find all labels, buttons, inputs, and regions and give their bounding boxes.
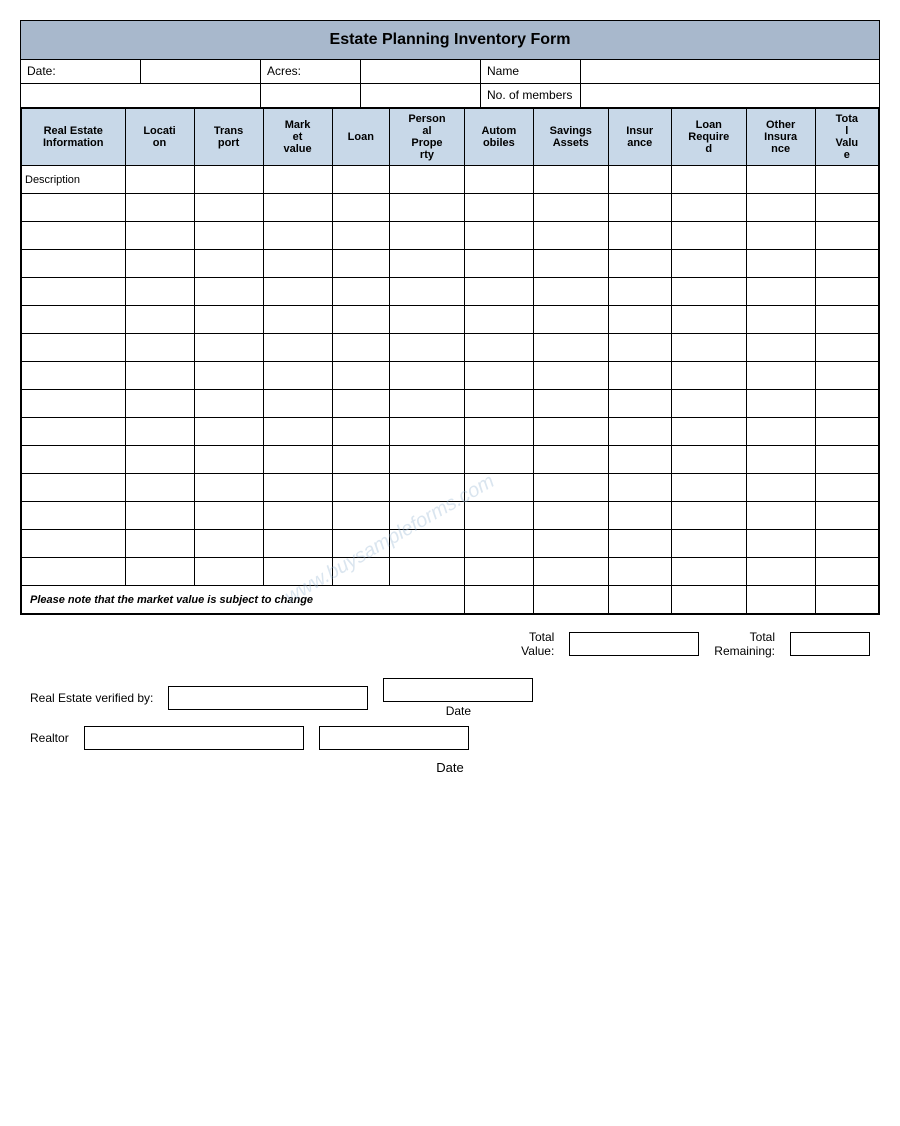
- desc-cell-9[interactable]: [608, 166, 671, 194]
- date-input[interactable]: [147, 64, 254, 79]
- top-info-row2: No. of members: [21, 84, 879, 108]
- description-row: Description: [22, 166, 879, 194]
- date-label-verified: Date: [446, 704, 471, 718]
- table-row: [22, 446, 879, 474]
- col-header-personal-property: PersonalProperty: [390, 109, 465, 166]
- desc-cell-7[interactable]: [464, 166, 533, 194]
- header-row: Real EstateInformation Location Transpor…: [22, 109, 879, 166]
- desc-cell-5[interactable]: [332, 166, 390, 194]
- desc-cell-8[interactable]: [533, 166, 608, 194]
- col-header-loan: Loan: [332, 109, 390, 166]
- realtor-label: Realtor: [30, 731, 69, 745]
- notice-text: Please note that the market value is sub…: [22, 586, 465, 614]
- verified-date-container: Date: [383, 678, 533, 718]
- description-label: Description: [22, 166, 126, 194]
- table-row: [22, 306, 879, 334]
- bottom-section: Total Value: Total Remaining: Real Estat…: [20, 615, 880, 785]
- total-remaining-input[interactable]: [790, 632, 870, 656]
- table-row: [22, 418, 879, 446]
- desc-cell-12[interactable]: [815, 166, 878, 194]
- main-table: Real EstateInformation Location Transpor…: [21, 108, 879, 614]
- no-members-input[interactable]: [587, 88, 873, 103]
- acres-value[interactable]: [361, 60, 481, 83]
- total-remaining-label: Total Remaining:: [714, 630, 775, 658]
- col-header-insurance: Insurance: [608, 109, 671, 166]
- empty-cell-2: [261, 84, 361, 107]
- total-row: Total Value: Total Remaining:: [30, 630, 870, 658]
- col-header-transport: Transport: [194, 109, 263, 166]
- table-row: [22, 278, 879, 306]
- date-value[interactable]: [141, 60, 261, 83]
- desc-cell-10[interactable]: [671, 166, 746, 194]
- real-estate-verified-label: Real Estate verified by:: [30, 691, 153, 705]
- desc-cell-3[interactable]: [194, 166, 263, 194]
- realtor-row: Realtor: [30, 726, 870, 750]
- form-wrapper: Estate Planning Inventory Form Date: Acr…: [20, 20, 880, 615]
- verified-date-input[interactable]: [383, 678, 533, 702]
- notice-row: Please note that the market value is sub…: [22, 586, 879, 614]
- table-row: [22, 334, 879, 362]
- col-header-loan-required: LoanRequired: [671, 109, 746, 166]
- desc-cell-2[interactable]: [125, 166, 194, 194]
- col-header-market-value: Marketvalue: [263, 109, 332, 166]
- total-value-label: Total Value:: [521, 630, 554, 658]
- desc-cell-6[interactable]: [390, 166, 465, 194]
- table-row: [22, 222, 879, 250]
- col-header-real-estate: Real EstateInformation: [22, 109, 126, 166]
- total-value-input[interactable]: [569, 632, 699, 656]
- col-header-savings-assets: SavingsAssets: [533, 109, 608, 166]
- desc-cell-11[interactable]: [746, 166, 815, 194]
- col-header-total-value: TotalValue: [815, 109, 878, 166]
- date-bottom: Date: [30, 760, 870, 775]
- empty-cell-3: [361, 84, 481, 107]
- date-bottom-label: Date: [436, 760, 463, 775]
- name-value[interactable]: [581, 60, 879, 83]
- table-row: [22, 194, 879, 222]
- name-label: Name: [481, 60, 581, 83]
- table-row: [22, 362, 879, 390]
- empty-cell-1: [21, 84, 261, 107]
- col-header-other-insurance: OtherInsurance: [746, 109, 815, 166]
- desc-cell-4[interactable]: [263, 166, 332, 194]
- col-header-location: Location: [125, 109, 194, 166]
- table-row: [22, 250, 879, 278]
- table-row: [22, 502, 879, 530]
- form-title: Estate Planning Inventory Form: [21, 21, 879, 60]
- realtor-date-input[interactable]: [319, 726, 469, 750]
- date-label: Date:: [21, 60, 141, 83]
- verified-row: Real Estate verified by: Date: [30, 678, 870, 718]
- col-header-automobiles: Automobiles: [464, 109, 533, 166]
- acres-input[interactable]: [367, 64, 474, 79]
- acres-label: Acres:: [261, 60, 361, 83]
- table-row: [22, 530, 879, 558]
- main-table-container: www.buysampleforms.com Real EstateInform…: [21, 108, 879, 614]
- table-row: [22, 390, 879, 418]
- real-estate-verified-input[interactable]: [168, 686, 368, 710]
- realtor-input[interactable]: [84, 726, 304, 750]
- top-info-row1: Date: Acres: Name: [21, 60, 879, 84]
- no-members-label: No. of members: [481, 84, 581, 107]
- no-members-value[interactable]: [581, 84, 879, 107]
- table-row: [22, 558, 879, 586]
- table-row: [22, 474, 879, 502]
- name-input[interactable]: [587, 64, 873, 79]
